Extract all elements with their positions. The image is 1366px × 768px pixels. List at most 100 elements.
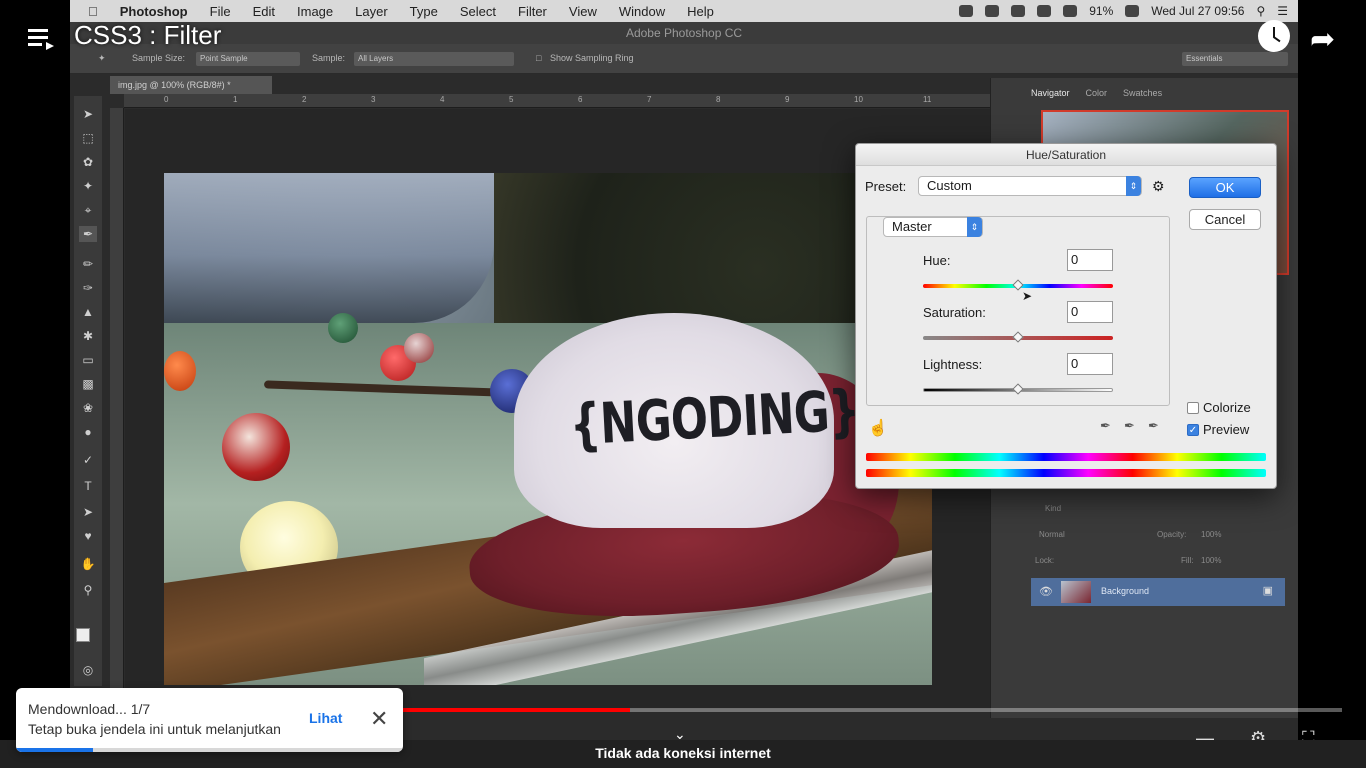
menu-item: Help xyxy=(677,3,714,19)
cloud-icon xyxy=(1037,5,1052,17)
photo-cap-text: {NGODING} xyxy=(568,378,861,459)
foreground-color-swatch xyxy=(76,628,90,642)
type-tool-icon: T xyxy=(84,479,92,493)
layer-thumbnail xyxy=(1061,581,1091,603)
eyedropper-plus-icon[interactable]: ✒ xyxy=(1124,418,1135,434)
lightness-input[interactable]: 0 xyxy=(1067,353,1113,375)
ruler-number: 0 xyxy=(164,95,169,104)
shape-tool-icon: ♥ xyxy=(84,529,92,543)
show-sampling-ring-checkbox: □ xyxy=(536,53,542,63)
adjustment-group: Master ⇕ Hue: 0 ➤ Saturation: 0 Lightnes… xyxy=(866,216,1170,406)
sample-size-label: Sample Size: xyxy=(132,53,186,63)
path-select-tool-icon: ➤ xyxy=(82,505,94,519)
eyedropper-minus-icon[interactable]: ✒ xyxy=(1148,418,1159,434)
sample-size-select: Point Sample xyxy=(196,52,300,66)
share-icon[interactable]: ➦ xyxy=(1310,22,1335,57)
stamp-tool-icon: ▲ xyxy=(82,305,94,319)
brush-tool-icon: ✑ xyxy=(82,281,94,295)
menubar-clock: Wed Jul 27 09:56 xyxy=(1151,4,1245,18)
menu-item: File xyxy=(199,3,231,19)
video-title[interactable]: CSS3 : Filter xyxy=(74,20,221,51)
youtube-player[interactable]:  Photoshop File Edit Image Layer Type S… xyxy=(0,0,1366,768)
healing-tool-icon: ✏ xyxy=(82,257,94,271)
opacity-label: Opacity: xyxy=(1157,530,1187,539)
horizontal-ruler: 0 1 2 3 4 5 6 7 8 9 10 11 xyxy=(124,94,1024,108)
dodge-tool-icon: ● xyxy=(84,425,92,439)
fill-label: Fill: xyxy=(1181,556,1194,565)
fill-value: 100% xyxy=(1201,556,1222,565)
ruler-number: 9 xyxy=(785,95,790,104)
download-message: Tetap buka jendela ini untuk melanjutkan xyxy=(28,721,281,737)
wifi-icon xyxy=(1063,5,1078,17)
channel-select[interactable]: Master ⇕ xyxy=(883,217,983,237)
ruler-number: 3 xyxy=(371,95,376,104)
download-toast: Mendownload... 1/7 Tetap buka jendela in… xyxy=(16,688,403,752)
cancel-button[interactable]: Cancel xyxy=(1189,209,1261,230)
eyedropper-icon: ✦ xyxy=(98,53,106,63)
ok-button[interactable]: OK xyxy=(1189,177,1261,198)
layer-row-background: 👁 Background ▣ xyxy=(1031,578,1285,606)
photo-ball xyxy=(404,333,434,363)
quick-select-tool-icon: ✦ xyxy=(82,179,94,193)
move-tool-icon: ➤ xyxy=(82,107,94,121)
menu-item: Edit xyxy=(242,3,275,19)
options-bar: ✦ Sample Size: Point Sample Sample: All … xyxy=(70,44,1298,74)
history-brush-icon: ✱ xyxy=(82,329,94,343)
sample-label: Sample: xyxy=(312,53,346,63)
channel-value: Master xyxy=(892,219,932,234)
ruler-number: 4 xyxy=(440,95,445,104)
hue-input[interactable]: 0 xyxy=(1067,249,1113,271)
photo-ball xyxy=(222,413,290,481)
preset-value: Custom xyxy=(927,178,972,193)
zoom-tool-icon: ⚲ xyxy=(83,583,93,597)
ruler-number: 10 xyxy=(854,95,863,104)
close-icon[interactable]: ✕ xyxy=(370,706,388,732)
marquee-tool-icon: ⬚ xyxy=(82,131,94,145)
dialog-title: Hue/Saturation xyxy=(856,144,1276,166)
lightness-slider-knob[interactable] xyxy=(1012,383,1024,395)
location-icon xyxy=(985,5,1000,17)
pen-tool-icon: ✓ xyxy=(82,453,94,467)
mac-menubar:  Photoshop File Edit Image Layer Type S… xyxy=(70,0,1298,22)
eraser-tool-icon: ▭ xyxy=(82,353,94,367)
tools-panel: ➤ ⬚ ✿ ✦ ⌖ ✒ ✏ ✑ ▲ ✱ ▭ ▩ ❀ ● ✓ T ➤ ♥ ✋ ⚲ … xyxy=(74,96,102,686)
document-tab: img.jpg @ 100% (RGB/8#) * xyxy=(110,76,272,94)
saturation-input[interactable]: 0 xyxy=(1067,301,1113,323)
playlist-icon[interactable] xyxy=(28,26,54,52)
show-sampling-ring-label: Show Sampling Ring xyxy=(550,53,634,63)
eyedropper-icon[interactable]: ✒ xyxy=(1100,418,1111,434)
menu-item: Filter xyxy=(508,3,547,19)
list-icon: ☰ xyxy=(1277,4,1288,18)
tab-navigator: Navigator xyxy=(1031,88,1070,98)
crop-tool-icon: ⌖ xyxy=(84,203,92,217)
ruler-number: 5 xyxy=(509,95,514,104)
document-photo: {NGODING} xyxy=(164,173,932,685)
ruler-number: 6 xyxy=(578,95,583,104)
video-frame[interactable]:  Photoshop File Edit Image Layer Type S… xyxy=(70,0,1298,740)
download-status: Mendownload... 1/7 xyxy=(28,701,151,717)
menu-item: Type xyxy=(399,3,438,19)
tab-swatches: Swatches xyxy=(1123,88,1163,98)
menu-item: View xyxy=(559,3,597,19)
watch-later-icon[interactable] xyxy=(1258,20,1290,52)
colorize-label: Colorize xyxy=(1203,400,1251,415)
view-downloads-link[interactable]: Lihat xyxy=(309,710,342,726)
menu-item: Photoshop xyxy=(110,3,188,19)
hue-saturation-dialog: Hue/Saturation Preset: Custom ⇕ ⚙ OK Can… xyxy=(855,143,1277,489)
preset-label: Preset: xyxy=(865,179,907,194)
output-color-bar xyxy=(866,469,1266,477)
menu-item: Window xyxy=(609,3,665,19)
blend-mode-select: Normal xyxy=(1039,530,1065,539)
dropbox-icon xyxy=(1011,5,1026,17)
workspace-select: Essentials xyxy=(1182,52,1288,66)
preview-checkbox[interactable]: ✓ xyxy=(1187,424,1199,436)
apple-menu-icon:  xyxy=(70,4,109,19)
battery-icon xyxy=(1125,5,1140,17)
colorize-checkbox[interactable] xyxy=(1187,402,1199,414)
saturation-slider-knob[interactable] xyxy=(1012,331,1024,343)
lightness-label: Lightness: xyxy=(923,357,983,372)
menubar-status: 91% Wed Jul 27 09:56 ⚲ ☰ xyxy=(959,0,1288,22)
preset-select[interactable]: Custom ⇕ xyxy=(918,176,1142,196)
targeted-adjustment-icon[interactable]: ☝ xyxy=(868,418,888,438)
gear-icon[interactable]: ⚙ xyxy=(1152,178,1165,195)
